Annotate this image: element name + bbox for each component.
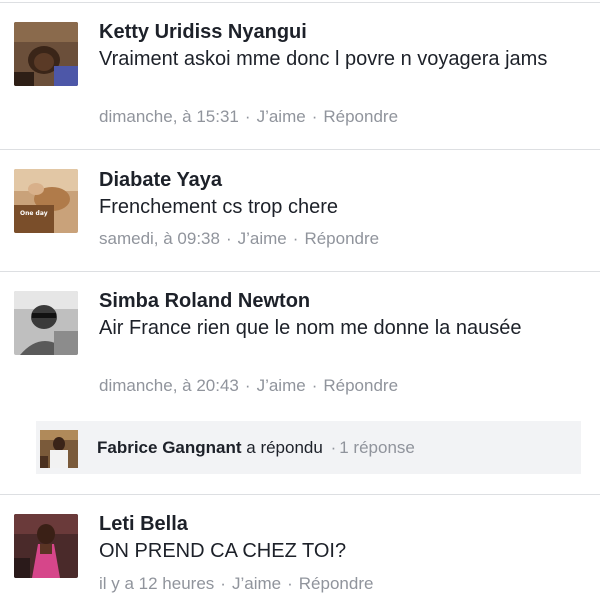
separator: ·	[330, 438, 337, 457]
separator: ·	[244, 376, 251, 395]
divider	[0, 149, 600, 150]
like-button[interactable]: J’aime	[232, 574, 281, 593]
comment-text: Vraiment askoi mme donc l povre n voyage…	[99, 48, 548, 70]
profile-photo: One day	[14, 169, 78, 233]
divider	[0, 494, 600, 495]
comment-meta: il y a 12 heures · J’aime · Répondre	[99, 573, 373, 595]
avatar	[40, 430, 78, 468]
separator: ·	[311, 107, 318, 126]
reply-button[interactable]: Répondre	[304, 229, 379, 248]
comment-text: Frenchement cs trop chere	[99, 196, 338, 218]
comment-meta: dimanche, à 20:43 · J’aime · Répondre	[99, 375, 398, 397]
comment-meta: dimanche, à 15:31 · J’aime · Répondre	[99, 106, 398, 128]
profile-photo	[14, 514, 78, 578]
avatar-caption: One day	[20, 210, 48, 217]
timestamp[interactable]: samedi, à 09:38	[99, 229, 220, 248]
avatar[interactable]	[14, 22, 78, 86]
replied-label: a répondu	[246, 438, 323, 457]
avatar[interactable]	[14, 291, 78, 355]
profile-photo	[40, 430, 78, 468]
profile-photo	[14, 22, 78, 86]
divider	[0, 271, 600, 272]
reply-count[interactable]: 1 réponse	[339, 438, 415, 457]
reply-button[interactable]: Répondre	[323, 376, 398, 395]
avatar[interactable]: One day	[14, 169, 78, 233]
separator: ·	[225, 229, 232, 248]
timestamp[interactable]: dimanche, à 20:43	[99, 376, 239, 395]
replies-summary-text: Fabrice Gangnant a répondu · 1 réponse	[97, 437, 415, 459]
like-button[interactable]: J’aime	[257, 376, 306, 395]
replier-name[interactable]: Fabrice Gangnant	[97, 438, 242, 457]
commenter-name[interactable]: Diabate Yaya	[99, 168, 222, 192]
separator: ·	[287, 574, 293, 593]
like-button[interactable]: J’aime	[238, 229, 287, 248]
timestamp[interactable]: dimanche, à 15:31	[99, 107, 239, 126]
separator: ·	[220, 574, 226, 593]
divider	[0, 2, 600, 3]
comment-text: ON PREND CA CHEZ TOI?	[99, 540, 347, 562]
timestamp[interactable]: il y a 12 heures	[99, 574, 214, 593]
profile-photo	[14, 291, 78, 355]
separator: ·	[292, 229, 299, 248]
separator: ·	[311, 376, 318, 395]
comment-text: Air France rien que le nom me donne la n…	[99, 317, 522, 339]
reply-button[interactable]: Répondre	[299, 574, 374, 593]
commenter-name[interactable]: Ketty Uridiss Nyangui	[99, 20, 307, 44]
commenter-name[interactable]: Simba Roland Newton	[99, 289, 310, 313]
like-button[interactable]: J’aime	[257, 107, 306, 126]
replies-summary[interactable]: Fabrice Gangnant a répondu · 1 réponse	[36, 421, 581, 474]
avatar[interactable]	[14, 514, 78, 578]
commenter-name[interactable]: Leti Bella	[99, 512, 188, 536]
reply-button[interactable]: Répondre	[323, 107, 398, 126]
comment-meta: samedi, à 09:38 · J’aime · Répondre	[99, 228, 379, 250]
separator: ·	[244, 107, 251, 126]
